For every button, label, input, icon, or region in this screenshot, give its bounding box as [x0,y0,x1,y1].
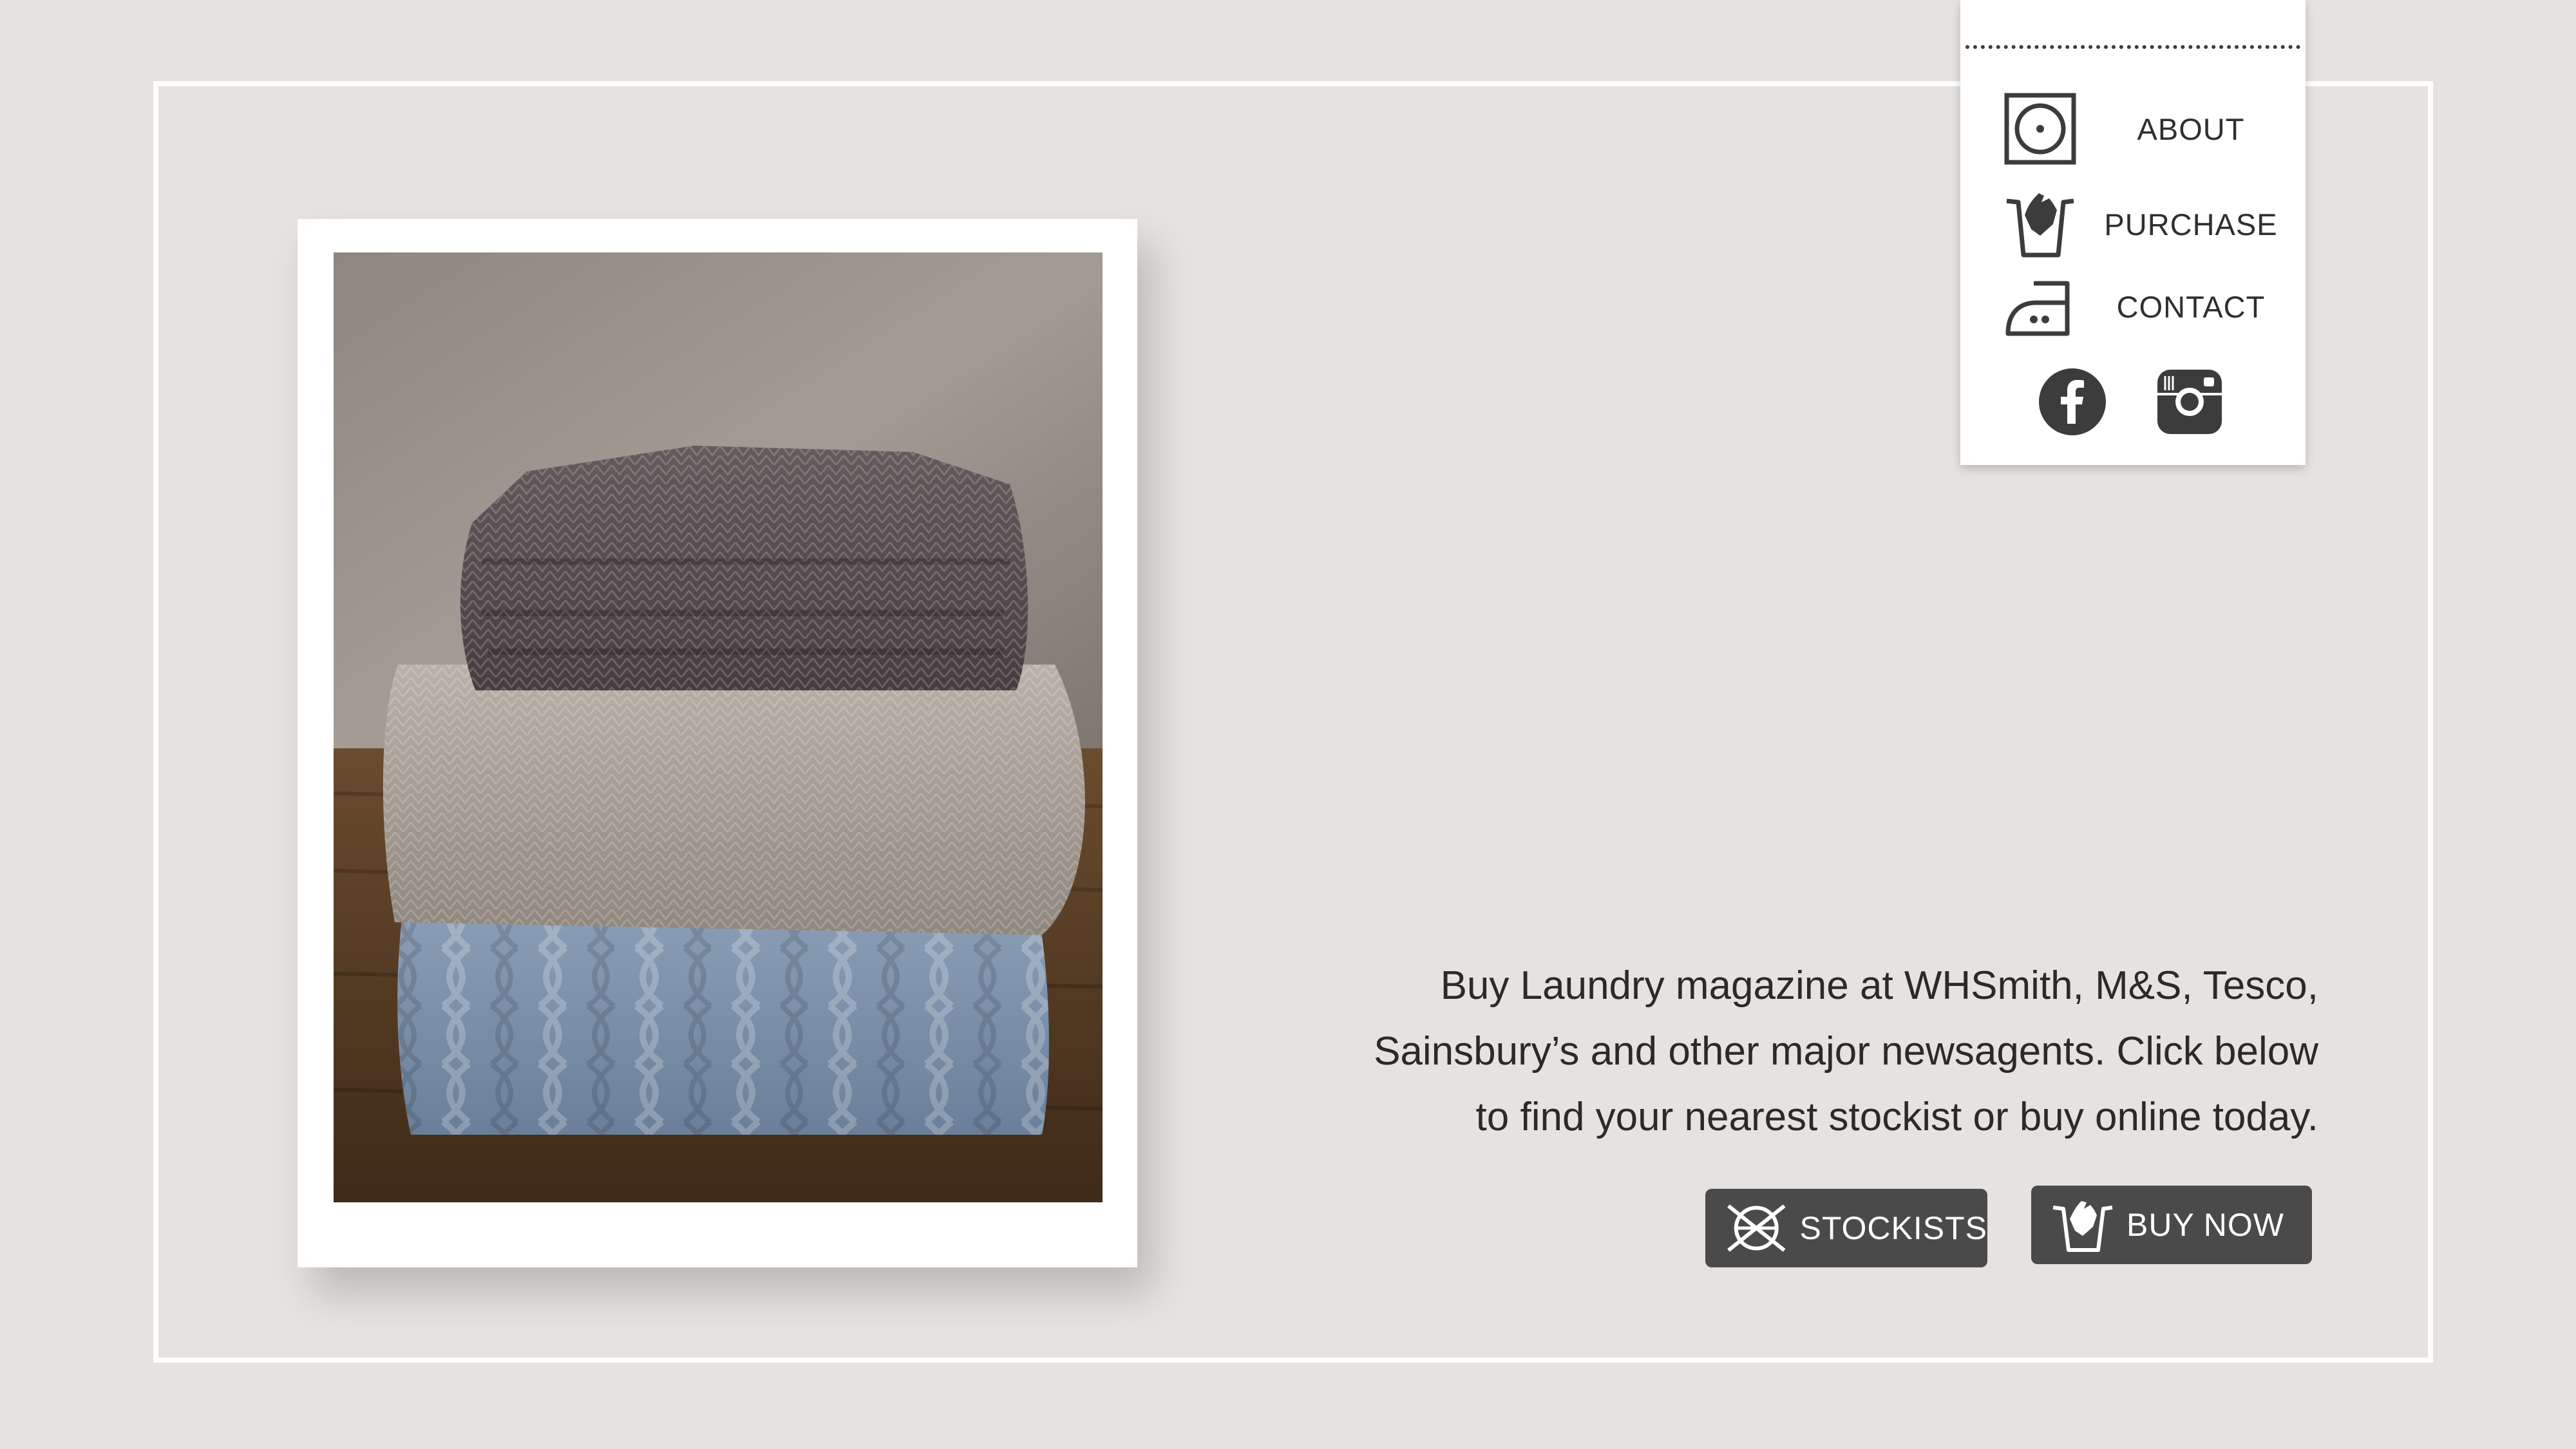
instagram-icon [2157,370,2222,434]
buy-now-label: BUY NOW [2126,1207,2284,1243]
iron-icon [2005,281,2070,336]
stitch-divider [1965,45,2300,49]
handwash-icon [2052,1201,2113,1252]
copy-line: Buy Laundry magazine at WHSmith, M&S, Te… [1440,963,2318,1008]
nav-tag: ABOUT PURCHASE CONTACT [1960,0,2306,465]
facebook-link[interactable] [2039,368,2106,435]
copy-line: to find your nearest stockist or buy onl… [1475,1095,2318,1139]
copy-line: Sainsbury’s and other major newsagents. … [1374,1029,2318,1074]
instagram-link[interactable] [2156,368,2223,435]
nav-item-contact[interactable]: CONTACT [1960,269,2306,346]
nav-item-purchase[interactable]: PURCHASE [1960,187,2306,264]
photo-card [298,219,1137,1267]
buy-now-button[interactable]: BUY NOW [2031,1186,2312,1264]
facebook-icon [2039,368,2106,435]
dryer-icon [2004,93,2076,165]
nav-item-about[interactable]: ABOUT [1960,91,2306,169]
nav-label-purchase: PURCHASE [2104,207,2278,242]
stockists-label: STOCKISTS [1799,1210,1987,1246]
stockists-button[interactable]: STOCKISTS [1705,1189,1987,1267]
folded-sweaters-photo [334,252,1103,1202]
do-not-dryclean-icon [1727,1204,1786,1252]
stockist-copy: Buy Laundry magazine at WHSmith, M&S, Te… [1262,953,2318,1150]
nav-label-contact: CONTACT [2116,289,2266,324]
handwash-icon [2006,193,2074,258]
nav-label-about: ABOUT [2137,111,2245,146]
